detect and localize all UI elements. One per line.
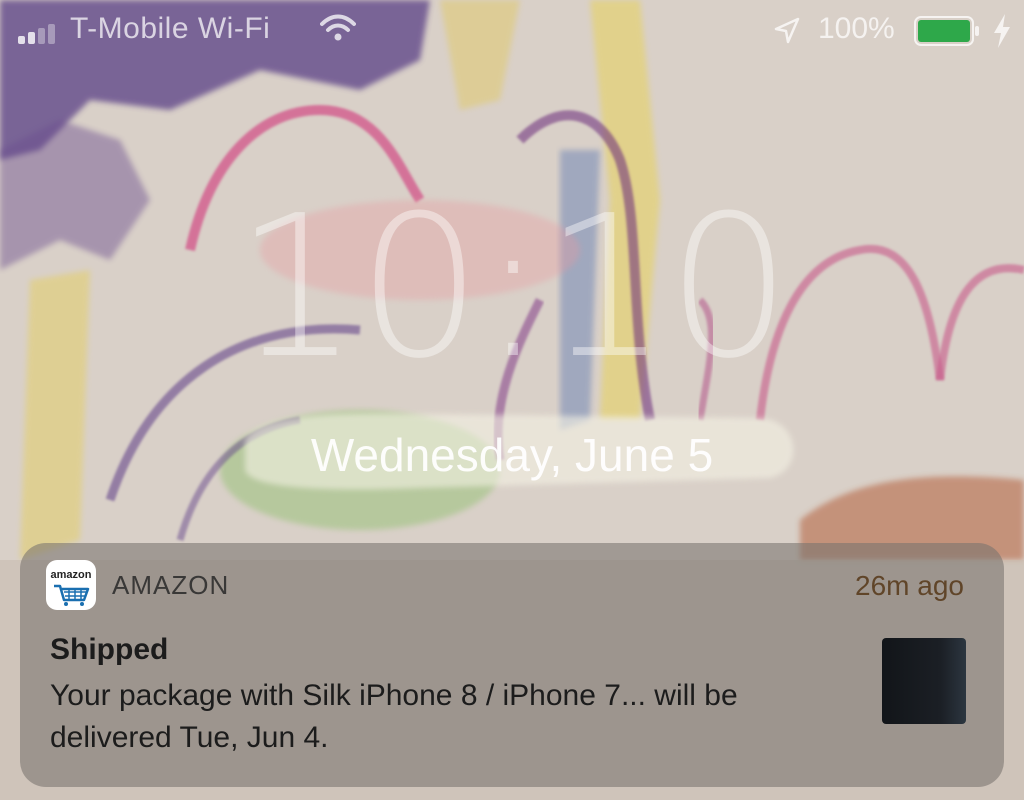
notification-time: 26m ago: [855, 570, 964, 601]
lock-screen: T-Mobile Wi-Fi 100% 10:10 Wednesday, Jun…: [0, 0, 1024, 800]
battery-percentage: 100%: [818, 12, 895, 45]
notification-body: Your package with Silk iPhone 8 / iPhone…: [50, 679, 738, 754]
notification-app-name: AMAZON: [112, 570, 230, 600]
bolt-icon: [994, 14, 1010, 48]
battery-icon: [914, 16, 979, 46]
signal-bars-icon: [18, 24, 55, 44]
notification-card[interactable]: amazon AMAZON 26m ago Shipped Your packa…: [20, 543, 1004, 787]
amazon-cart-icon: [54, 584, 90, 606]
clock-date: Wednesday, June 5: [310, 429, 714, 481]
notification-title: Shipped: [50, 633, 169, 666]
clock-time: 10:10: [234, 174, 792, 402]
app-icon-label: amazon: [50, 569, 92, 581]
status-bar: T-Mobile Wi-Fi 100%: [0, 0, 1024, 62]
location-arrow-icon: [774, 17, 800, 44]
wifi-icon: [320, 14, 356, 41]
carrier-name: T-Mobile Wi-Fi: [70, 12, 271, 45]
product-thumbnail: [882, 638, 966, 724]
amazon-app-icon: amazon: [46, 560, 96, 610]
